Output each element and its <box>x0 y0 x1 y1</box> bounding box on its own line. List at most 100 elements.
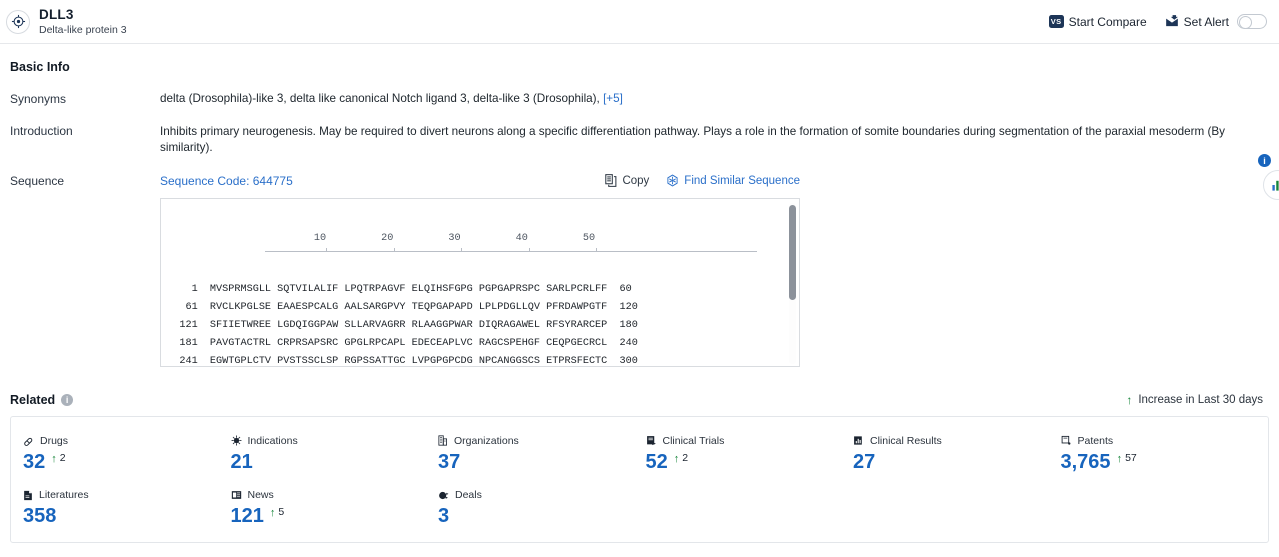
ruler-numbers: 10 20 30 40 50 <box>265 232 596 244</box>
increase-legend-label: Increase in Last 30 days <box>1138 393 1263 406</box>
sequence-content: 10 20 30 40 50 1 MVSPRMSGLL SQTVILALIF L… <box>161 199 799 367</box>
set-alert-toggle[interactable] <box>1237 14 1267 29</box>
related-card-literatures[interactable]: Literatures 358 <box>23 489 231 532</box>
introduction-value: Inhibits primary neurogenesis. May be re… <box>160 125 1225 154</box>
related-card-drugs[interactable]: Drugs 32 ↑ 2 <box>23 435 231 478</box>
copy-button[interactable]: Copy <box>605 174 649 187</box>
building-icon <box>438 435 448 446</box>
synonyms-value-wrap: delta (Drosophila)-like 3, delta like ca… <box>160 92 1269 106</box>
find-similar-icon <box>666 174 679 187</box>
start-compare-button[interactable]: VS Start Compare <box>1048 14 1147 29</box>
related-card-head: Patents <box>1061 435 1269 447</box>
related-card-head: Clinical Results <box>853 435 1061 447</box>
ruler-line <box>265 250 757 252</box>
start-compare-label: Start Compare <box>1068 14 1147 29</box>
related-card-label: Patents <box>1077 434 1114 447</box>
ruler-tick <box>393 247 395 252</box>
find-similar-sequence-button[interactable]: Find Similar Sequence <box>666 174 800 187</box>
synonyms-row: Synonyms delta (Drosophila)-like 3, delt… <box>10 92 1269 106</box>
sequence-row: 121 SFIIETWREE LGDQIGGPAW SLLARVAGRR RLA… <box>161 319 638 331</box>
related-section: Related i ↑ Increase in Last 30 days Dru… <box>0 393 1279 543</box>
related-card-label: Deals <box>455 489 482 502</box>
set-alert-control[interactable]: Set Alert <box>1165 14 1267 29</box>
related-card-label: News <box>247 489 274 502</box>
related-card-clinical-trials[interactable]: Clinical Trials 52 ↑ 2 <box>646 435 854 478</box>
introduction-row: Introduction Inhibits primary neurogenes… <box>10 124 1269 156</box>
related-card-value-wrap: 358 <box>23 506 231 526</box>
info-icon[interactable]: i <box>61 393 74 406</box>
set-alert-label: Set Alert <box>1183 14 1229 29</box>
sequence-scrollbar-thumb[interactable] <box>789 204 796 300</box>
related-card-label: Clinical Trials <box>662 434 725 447</box>
sequence-viewer[interactable]: 10 20 30 40 50 1 MVSPRMSGLL SQTVILALIF L… <box>160 197 800 367</box>
ruler-tick <box>528 247 530 252</box>
sequence-row: 241 EGWTGPLCTV PVSTSSCLSP RGPSSATTGC LVP… <box>161 355 638 367</box>
ruler-tick <box>596 247 598 252</box>
related-card-label: Clinical Results <box>870 434 942 447</box>
related-card-organizations[interactable]: Organizations 37 <box>438 435 646 478</box>
related-card-clinical-results[interactable]: Clinical Results 27 <box>853 435 1061 478</box>
related-card-delta-value: 57 <box>1125 451 1137 464</box>
patent-icon <box>1061 435 1072 446</box>
book-icon <box>23 490 33 501</box>
brand-block: DLL3 Delta-like protein 3 <box>6 8 127 35</box>
related-card-label: Drugs <box>40 434 69 447</box>
related-card-head: $ Deals <box>438 489 646 501</box>
sequence-row: 61 RVCLKPGLSE EAAESPCALG AALSARGPVY TEQP… <box>161 301 638 313</box>
sequence-block: Sequence Code: 644775 Copy Find Similar … <box>160 174 1269 367</box>
arrow-up-icon: ↑ <box>269 507 276 520</box>
copy-icon <box>605 174 617 187</box>
sequence-scrollbar[interactable] <box>789 202 796 364</box>
related-card-value: 32 <box>23 450 46 473</box>
header-actions: VS Start Compare Set Alert <box>1048 14 1267 29</box>
synonyms-label: Synonyms <box>10 92 67 106</box>
synonyms-more-link[interactable]: [+5] <box>603 92 623 105</box>
related-card-head: Literatures <box>23 489 231 501</box>
clipboard-chart-icon <box>853 435 864 446</box>
sequence-row: Sequence Sequence Code: 644775 Copy Find… <box>10 174 1269 367</box>
related-card-news[interactable]: News 121 ↑ 5 <box>231 489 439 532</box>
deal-icon: $ <box>438 490 449 501</box>
bar-chart-icon <box>1271 178 1279 192</box>
ruler-tick <box>461 247 463 252</box>
arrow-up-icon: ↑ <box>673 452 680 465</box>
related-card-value-wrap: 3,765 ↑ 57 <box>1061 452 1269 472</box>
related-card-value-wrap: 52 ↑ 2 <box>646 452 854 472</box>
ruler-tick <box>326 247 328 252</box>
related-card-delta: ↑ 57 <box>1117 452 1137 466</box>
related-card-value-wrap: 32 ↑ 2 <box>23 452 231 472</box>
related-cards-grid: Drugs 32 ↑ 2 Indications 21 Organizations 37 Cli… <box>10 415 1269 543</box>
related-card-value: 52 <box>645 450 668 473</box>
page-subtitle: Delta-like protein 3 <box>39 23 127 36</box>
related-card-value: 37 <box>438 450 461 473</box>
related-card-value: 358 <box>23 505 57 528</box>
related-card-indications[interactable]: Indications 21 <box>231 435 439 478</box>
arrow-up-icon: ↑ <box>1116 452 1123 465</box>
clipboard-edit-icon <box>646 435 657 446</box>
basic-info-title: Basic Info <box>10 60 70 74</box>
sequence-header: Sequence Code: 644775 Copy Find Similar … <box>160 174 800 188</box>
app-header: DLL3 Delta-like protein 3 VS Start Compa… <box>0 0 1279 44</box>
target-icon <box>6 9 30 34</box>
related-card-patents[interactable]: Patents 3,765 ↑ 57 <box>1061 435 1269 478</box>
introduction-label: Introduction <box>10 124 73 138</box>
related-card-delta: ↑ 2 <box>51 452 65 466</box>
related-card-head: Organizations <box>438 435 646 447</box>
capsule-icon <box>23 435 34 446</box>
related-card-delta-value: 5 <box>278 506 285 519</box>
alert-bell-icon <box>1165 15 1179 28</box>
increase-legend: ↑ Increase in Last 30 days <box>1126 394 1263 406</box>
related-card-value-wrap: 121 ↑ 5 <box>231 506 439 526</box>
copy-label: Copy <box>622 174 650 187</box>
related-card-label: Indications <box>247 434 298 447</box>
floating-info-icon[interactable]: i <box>1258 154 1271 167</box>
related-card-head: Indications <box>231 435 439 447</box>
related-card-head: Clinical Trials <box>646 435 854 447</box>
related-card-deals[interactable]: $ Deals 3 <box>438 489 646 532</box>
sequence-code-link[interactable]: Sequence Code: 644775 <box>160 174 293 188</box>
related-card-value-wrap: 37 <box>438 452 646 472</box>
related-title: Related <box>10 392 56 407</box>
arrow-up-icon: ↑ <box>51 452 57 465</box>
related-card-value-wrap: 21 <box>231 452 439 472</box>
page-title: DLL3 <box>39 7 74 22</box>
